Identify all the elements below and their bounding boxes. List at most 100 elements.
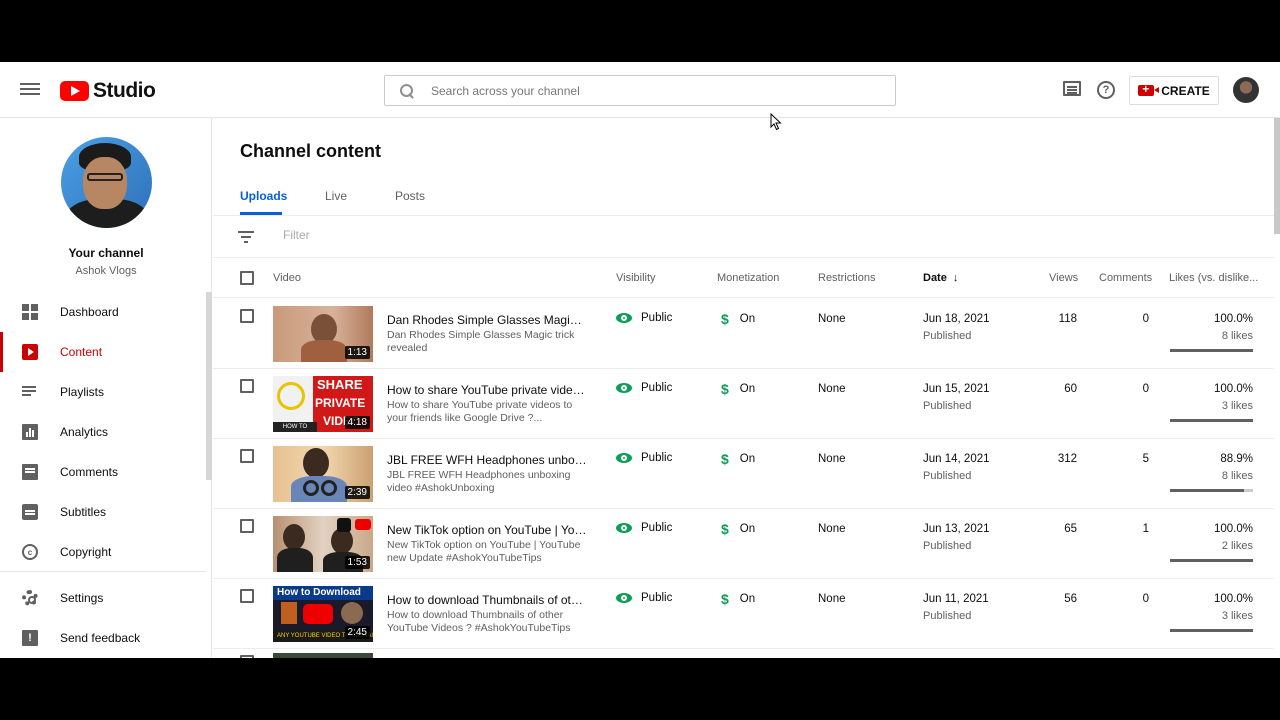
row-checkbox[interactable] (240, 449, 254, 463)
video-title[interactable]: JBL FREE WFH Headphones unboxing ... (387, 453, 587, 467)
tab-uploads[interactable]: Uploads (240, 189, 287, 215)
likes-count: 2 likes (1221, 540, 1253, 552)
table-row[interactable]: 1:53 New TikTok option on YouTube | YouT… (213, 509, 1274, 579)
video-thumbnail[interactable]: 1:53 (273, 516, 373, 572)
publish-status: Published (923, 610, 972, 622)
table-row[interactable]: 1:13 Dan Rhodes Simple Glasses Magic tri… (213, 299, 1274, 369)
dollar-icon: $ (721, 591, 729, 607)
column-comments[interactable]: Comments (1099, 272, 1152, 284)
video-title[interactable]: Dan Rhodes Simple Glasses Magic tric... (387, 313, 587, 327)
video-thumbnail[interactable]: 1:13 (273, 306, 373, 362)
video-duration: 2:45 (344, 626, 370, 639)
date-value: Jun 15, 2021 (923, 383, 990, 395)
sidebar-item-analytics[interactable]: Analytics (0, 412, 206, 452)
visibility-cell[interactable]: Public (616, 382, 672, 394)
monetization-value: On (739, 383, 756, 395)
monetization-cell[interactable]: $ On (721, 311, 755, 327)
sidebar-item-comments[interactable]: Comments (0, 452, 206, 492)
account-avatar[interactable] (1233, 77, 1259, 103)
video-title[interactable]: How to download Thumbnails of other ... (387, 593, 587, 607)
filter-icon[interactable] (238, 231, 254, 243)
column-views[interactable]: Views (1049, 272, 1078, 284)
row-checkbox[interactable] (240, 655, 254, 658)
video-title[interactable]: New TikTok option on YouTube | YouTu... (387, 523, 587, 537)
visibility-value: Public (641, 522, 673, 534)
sidebar-item-label: Analytics (60, 425, 109, 439)
column-monetization[interactable]: Monetization (717, 272, 779, 284)
table-row[interactable]: SHARE PRIVATE VIDEO HOW TO SHARE 4:18 Ho… (213, 369, 1274, 439)
youtube-play-icon (60, 81, 89, 101)
messages-icon[interactable] (1063, 81, 1082, 100)
video-description: How to download Thumbnails of other YouT… (387, 609, 571, 634)
restrictions-value: None (818, 453, 846, 465)
sidebar-item-copyright[interactable]: c Copyright (0, 532, 206, 572)
channel-heading: Your channel (68, 246, 144, 260)
likes-percent: 100.0% (1213, 383, 1253, 395)
sidebar-item-settings[interactable]: Settings (0, 578, 206, 618)
video-thumbnail[interactable] (273, 653, 373, 658)
hamburger-menu-icon[interactable] (20, 80, 40, 100)
likes-ratio-bar (1170, 629, 1253, 632)
create-button[interactable]: CREATE (1129, 76, 1219, 105)
select-all-checkbox[interactable] (240, 271, 254, 285)
video-duration: 2:39 (344, 486, 370, 499)
monetization-cell[interactable]: $ On (721, 591, 755, 607)
column-likes[interactable]: Likes (vs. dislike... (1169, 272, 1258, 284)
column-date[interactable]: Date ↓ (923, 272, 958, 284)
sidebar-item-playlists[interactable]: Playlists (0, 372, 206, 412)
column-restrictions[interactable]: Restrictions (818, 272, 875, 284)
sidebar-item-dashboard[interactable]: Dashboard (0, 292, 206, 332)
row-checkbox[interactable] (240, 309, 254, 323)
mouse-cursor-icon (770, 113, 782, 131)
monetization-value: On (739, 453, 756, 465)
sidebar-item-content[interactable]: Content (0, 332, 206, 372)
channel-avatar[interactable] (61, 137, 152, 228)
visibility-cell[interactable]: Public (616, 312, 672, 324)
main-scrollbar[interactable] (1274, 118, 1280, 234)
likes-ratio-bar (1170, 419, 1253, 422)
comments-value: 0 (1142, 313, 1149, 325)
table-row-partial[interactable] (213, 649, 1274, 658)
likes-ratio-fill (1170, 489, 1244, 492)
restrictions-value: None (818, 593, 846, 605)
subtitles-icon (22, 504, 38, 520)
comments-value: 0 (1142, 593, 1149, 605)
visibility-cell[interactable]: Public (616, 452, 672, 464)
table-row[interactable]: How to Download ANY YOUTUBE VIDEO THUMBN… (213, 579, 1274, 649)
tabs-divider (213, 215, 1274, 216)
monetization-cell[interactable]: $ On (721, 451, 755, 467)
monetization-cell[interactable]: $ On (721, 381, 755, 397)
column-visibility[interactable]: Visibility (616, 272, 656, 284)
youtube-studio-logo[interactable]: Studio (60, 79, 156, 103)
likes-ratio-bar (1170, 489, 1253, 492)
help-icon[interactable]: ? (1097, 81, 1115, 99)
video-thumbnail[interactable]: 2:39 (273, 446, 373, 502)
monetization-cell[interactable]: $ On (721, 521, 755, 537)
video-thumbnail[interactable]: How to Download ANY YOUTUBE VIDEO THUMBN… (273, 586, 373, 642)
search-input[interactable] (431, 83, 871, 98)
sidebar-item-send-feedback[interactable]: ! Send feedback (0, 618, 206, 658)
video-thumbnail[interactable]: SHARE PRIVATE VIDEO HOW TO SHARE 4:18 (273, 376, 373, 432)
monetization-value: On (739, 313, 756, 325)
table-row[interactable]: 2:39 JBL FREE WFH Headphones unboxing ..… (213, 439, 1274, 509)
sidebar-scrollbar[interactable] (206, 292, 212, 480)
table-header: Video Visibility Monetization Restrictio… (213, 258, 1274, 298)
sidebar-item-subtitles[interactable]: Subtitles (0, 492, 206, 532)
tab-live[interactable]: Live (325, 189, 347, 215)
visibility-cell[interactable]: Public (616, 592, 672, 604)
channel-search-box[interactable] (384, 75, 896, 106)
row-checkbox[interactable] (240, 379, 254, 393)
filter-input[interactable] (283, 228, 583, 242)
public-eye-icon (616, 453, 632, 463)
video-description: New TikTok option on YouTube | YouTube n… (387, 539, 581, 564)
tab-posts[interactable]: Posts (395, 189, 425, 215)
visibility-cell[interactable]: Public (616, 522, 672, 534)
sidebar-item-label: Dashboard (60, 305, 119, 319)
sidebar-item-label: Copyright (60, 545, 112, 559)
visibility-value: Public (641, 382, 673, 394)
likes-percent: 100.0% (1213, 593, 1253, 605)
row-checkbox[interactable] (240, 519, 254, 533)
row-checkbox[interactable] (240, 589, 254, 603)
video-title[interactable]: How to share YouTube private videos t... (387, 383, 587, 397)
public-eye-icon (616, 383, 632, 393)
